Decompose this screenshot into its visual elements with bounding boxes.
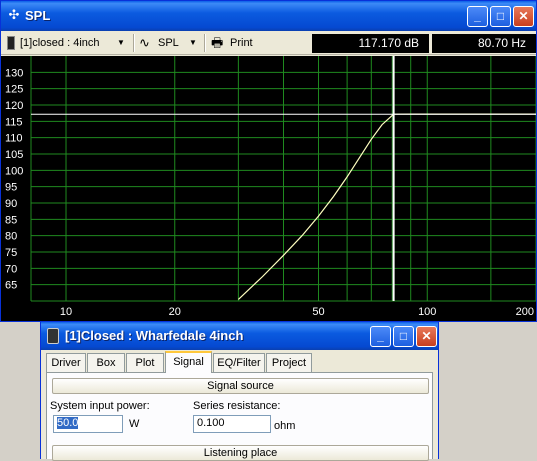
x-tick-label: 100 — [418, 306, 436, 318]
tab-box[interactable]: Box — [87, 353, 125, 372]
x-tick-label: 10 — [60, 306, 72, 318]
system-input-power-value: 50.0 — [57, 417, 79, 429]
y-tick-label: 110 — [5, 133, 23, 145]
y-tick-label: 95 — [5, 182, 17, 194]
maximize-button[interactable]: □ — [393, 326, 414, 347]
spl-window-title: SPL — [25, 8, 51, 23]
print-button[interactable]: Print — [230, 34, 253, 52]
y-tick-label: 115 — [5, 116, 23, 128]
mode-select[interactable]: SPL — [158, 34, 179, 52]
spl-titlebar[interactable]: ✣ SPL _ □ ✕ — [1, 1, 536, 31]
tab-eq-filter[interactable]: EQ/Filter — [213, 353, 265, 372]
project-select[interactable]: [1]closed : 4inch — [20, 34, 100, 52]
spl-toolbar: [1]closed : 4inch ▼ ∿ SPL ▼ 🖶 Print 117.… — [1, 31, 536, 55]
chevron-down-icon[interactable]: ▼ — [189, 34, 197, 52]
series-resistance-input[interactable]: 0.100 — [193, 415, 271, 433]
signal-tab-panel: Signal source System input power: 50.0 W… — [46, 372, 433, 461]
y-tick-label: 85 — [5, 214, 17, 226]
chevron-down-icon[interactable]: ▼ — [117, 34, 125, 52]
speaker-icon — [47, 328, 59, 344]
power-unit-label: W — [129, 418, 140, 430]
y-tick-label: 80 — [5, 231, 17, 243]
y-tick-label: 130 — [5, 67, 23, 79]
signal-source-header[interactable]: Signal source — [52, 378, 429, 394]
y-tick-label: 90 — [5, 198, 17, 210]
closed-window-title: [1]Closed : Wharfedale 4inch — [65, 328, 244, 343]
y-tick-label: 105 — [5, 149, 23, 161]
spl-chart-svg: 130 125 120 115 110 105 100 95 90 85 80 75 70 65 10 20 5… — [5, 56, 537, 318]
tab-plot[interactable]: Plot — [126, 353, 164, 372]
x-tick-label: 200 — [516, 306, 534, 318]
tab-signal[interactable]: Signal — [165, 351, 212, 373]
spl-plot[interactable]: 130 125 120 115 110 105 100 95 90 85 80 75 70 65 10 20 5… — [1, 56, 537, 321]
y-tick-label: 100 — [5, 165, 23, 177]
minimize-button[interactable]: _ — [370, 326, 391, 347]
printer-icon: 🖶 — [211, 35, 224, 50]
x-tick-label: 50 — [312, 306, 324, 318]
db-readout: 117.170 dB — [312, 34, 429, 53]
speaker-icon — [7, 36, 15, 50]
minimize-button[interactable]: _ — [467, 6, 488, 27]
closed-titlebar[interactable]: [1]Closed : Wharfedale 4inch _ □ ✕ — [41, 322, 438, 350]
resistance-unit-label: ohm — [274, 420, 296, 432]
y-tick-label: 125 — [5, 84, 23, 96]
x-tick-label: 20 — [169, 306, 181, 318]
spl-app-icon: ✣ — [8, 7, 20, 22]
system-input-power-label: System input power: — [50, 400, 150, 412]
series-resistance-label: Series resistance: — [193, 400, 281, 412]
y-tick-label: 70 — [5, 263, 17, 275]
tab-project[interactable]: Project — [266, 353, 312, 372]
y-tick-label: 65 — [5, 280, 17, 292]
close-button[interactable]: ✕ — [416, 326, 437, 347]
y-tick-label: 120 — [5, 100, 23, 112]
maximize-button[interactable]: □ — [490, 6, 511, 27]
waveform-icon: ∿ — [139, 35, 150, 50]
tab-driver[interactable]: Driver — [46, 353, 86, 372]
y-tick-label: 75 — [5, 247, 17, 259]
close-button[interactable]: ✕ — [513, 6, 534, 27]
hz-readout: 80.70 Hz — [432, 34, 536, 53]
system-input-power-input[interactable]: 50.0 — [53, 415, 123, 433]
closed-box-window: [1]Closed : Wharfedale 4inch _ □ ✕ Drive… — [40, 322, 439, 461]
spl-window: ✣ SPL _ □ ✕ [1]closed : 4inch ▼ ∿ SPL ▼ … — [0, 0, 537, 322]
